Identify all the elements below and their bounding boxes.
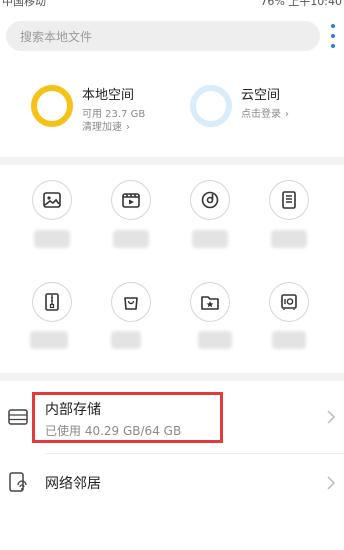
chevron-right-icon [327, 476, 336, 490]
category-favorites[interactable] [191, 283, 229, 321]
more-menu-icon[interactable] [327, 24, 339, 48]
cloud-storage-card[interactable]: 云空间 点击登录 › [189, 84, 339, 134]
annotation-highlight-box [32, 392, 223, 443]
video-icon [122, 193, 140, 208]
star-folder-icon [201, 296, 219, 310]
category-label-documents [271, 230, 307, 248]
document-icon [282, 191, 296, 209]
category-videos[interactable] [112, 181, 150, 219]
category-label-videos [113, 230, 149, 248]
category-label-safe [272, 331, 306, 349]
local-storage-card[interactable]: 本地空间 可用 23.7 GB 清理加速 › [30, 84, 180, 134]
section-divider [0, 157, 344, 165]
search-input[interactable]: 搜索本地文件 [6, 21, 320, 51]
zip-icon [45, 293, 59, 311]
bag-icon [124, 297, 138, 310]
local-available: 可用 23.7 GB [82, 109, 146, 120]
category-documents[interactable] [270, 181, 308, 219]
carrier-text: 中国移动 [2, 0, 46, 8]
cloud-storage-title: 云空间 [241, 88, 281, 103]
category-safe[interactable] [270, 283, 308, 321]
category-images[interactable] [33, 181, 71, 219]
network-neighbors-title: 网络邻居 [45, 476, 101, 492]
status-bar: 中国移动 76% 上午10:40 [0, 0, 344, 8]
status-right: 76% 上午10:40 [260, 0, 342, 8]
storage-icon [8, 409, 28, 425]
category-label-favorites [198, 331, 232, 349]
cloud-storage-ring-icon [190, 85, 232, 127]
network-icon [9, 472, 27, 492]
network-neighbors-row[interactable]: 网络邻居 [0, 456, 344, 510]
music-icon [201, 191, 219, 209]
safe-icon [281, 294, 297, 310]
category-label-archives [30, 331, 68, 349]
local-storage-details: 可用 23.7 GB 清理加速 › [82, 108, 145, 134]
local-storage-title: 本地空间 [82, 88, 135, 103]
search-placeholder: 搜索本地文件 [20, 30, 93, 44]
chevron-right-icon [327, 410, 336, 424]
category-apps[interactable] [112, 283, 150, 321]
cleanup-link[interactable]: 清理加速 › [82, 121, 145, 134]
category-music[interactable] [191, 181, 229, 219]
category-archives[interactable] [33, 283, 71, 321]
row-divider [45, 453, 344, 454]
image-icon [43, 192, 61, 208]
category-label-images [34, 230, 70, 248]
section-divider [0, 373, 344, 381]
local-storage-ring-icon [31, 85, 73, 127]
category-label-apps [111, 331, 141, 349]
login-link[interactable]: 点击登录 › [241, 108, 289, 121]
category-label-music [192, 230, 228, 248]
